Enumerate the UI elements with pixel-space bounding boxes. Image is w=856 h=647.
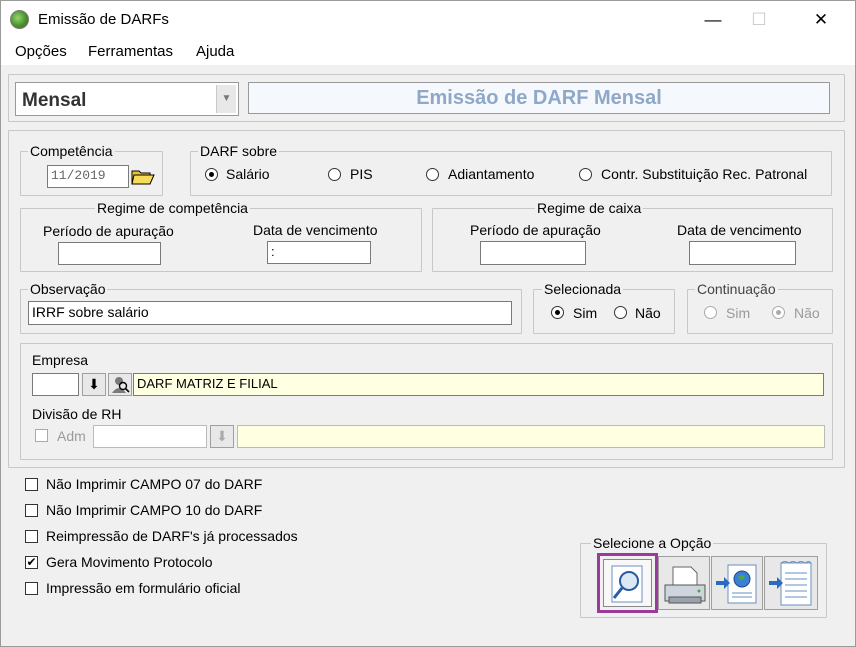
search-person-icon[interactable] — [108, 373, 132, 396]
radio-salario[interactable] — [205, 168, 218, 181]
download-arrow-disabled-icon: ⬇ — [210, 425, 234, 448]
checkbox-gera-movimento-label: Gera Movimento Protocolo — [46, 554, 213, 570]
preview-button[interactable] — [597, 553, 658, 613]
export-web-button[interactable] — [711, 556, 763, 610]
empresa-name-field: DARF MATRIZ E FILIAL — [133, 373, 824, 396]
checkbox-reimpressao-label: Reimpressão de DARF's já processados — [46, 528, 298, 544]
checkbox-formulario-oficial[interactable] — [25, 582, 38, 595]
adm-checkbox — [35, 429, 48, 442]
checkbox-reimpressao[interactable] — [25, 530, 38, 543]
radio-pis[interactable] — [328, 168, 341, 181]
app-logo-icon — [10, 10, 29, 29]
empresa-code-field[interactable] — [32, 373, 79, 396]
selecionada-label: Selecionada — [542, 281, 624, 297]
checkbox-campo10-label: Não Imprimir CAMPO 10 do DARF — [46, 502, 263, 518]
rcx-periodo-field[interactable] — [480, 241, 586, 265]
close-button[interactable]: ✕ — [798, 1, 844, 39]
continuacao-label: Continuação — [695, 281, 778, 297]
download-arrow-icon[interactable]: ⬇ — [82, 373, 106, 396]
radio-adiantamento[interactable] — [426, 168, 439, 181]
export-file-icon — [765, 557, 819, 614]
radio-contr-substituicao[interactable] — [579, 168, 592, 181]
continuacao-sim-label: Sim — [726, 305, 751, 321]
rc-vencimento-label: Data de vencimento — [253, 222, 378, 238]
rc-periodo-field[interactable] — [58, 242, 161, 265]
selecionada-sim-label: Sim — [573, 305, 598, 321]
banner-title: Emissão de DARF Mensal — [248, 82, 830, 114]
rcx-periodo-label: Período de apuração — [470, 222, 601, 238]
maximize-button[interactable]: ☐ — [736, 1, 782, 39]
continuacao-nao-radio — [772, 306, 785, 319]
radio-adiantamento-label: Adiantamento — [448, 166, 535, 182]
selecionada-nao-label: Não — [635, 305, 661, 321]
printer-icon — [659, 557, 711, 614]
checkbox-formulario-oficial-label: Impressão em formulário oficial — [46, 580, 241, 596]
regime-caixa-label: Regime de caixa — [535, 200, 644, 216]
competencia-label: Competência — [28, 143, 115, 159]
empresa-label: Empresa — [32, 352, 89, 368]
menu-ajuda[interactable]: Ajuda — [196, 43, 234, 60]
checkbox-gera-movimento[interactable]: ✔ — [25, 556, 38, 569]
continuacao-nao-label: Não — [794, 305, 820, 321]
export-file-button[interactable] — [764, 556, 818, 610]
export-web-icon — [712, 557, 764, 614]
divisao-name-field — [237, 425, 825, 448]
menu-opcoes[interactable]: Opções — [15, 43, 67, 60]
continuacao-sim-radio — [704, 306, 717, 319]
period-select[interactable]: Mensal ▼ — [15, 82, 239, 116]
rc-periodo-label: Período de apuração — [43, 223, 174, 239]
radio-pis-label: PIS — [350, 166, 373, 182]
checkbox-campo07-label: Não Imprimir CAMPO 07 do DARF — [46, 476, 263, 492]
period-select-value: Mensal — [22, 90, 87, 111]
divisao-code-field — [93, 425, 207, 448]
minimize-button[interactable]: — — [690, 1, 736, 39]
window-title: Emissão de DARFs — [38, 11, 169, 28]
folder-open-icon[interactable] — [130, 164, 156, 188]
darf-sobre-label: DARF sobre — [198, 143, 280, 159]
selecionada-nao-radio[interactable] — [614, 306, 627, 319]
rc-vencimento-field[interactable]: : — [267, 241, 371, 264]
competencia-field[interactable]: 11/2019 — [47, 165, 129, 188]
regime-competencia-label: Regime de competência — [95, 200, 250, 216]
checkbox-campo07[interactable] — [25, 478, 38, 491]
selecione-label: Selecione a Opção — [591, 535, 714, 551]
selecionada-sim-radio[interactable] — [551, 306, 564, 319]
rcx-vencimento-label: Data de vencimento — [677, 222, 802, 238]
menu-ferramentas[interactable]: Ferramentas — [88, 43, 173, 60]
radio-salario-label: Salário — [226, 166, 270, 182]
observacao-label: Observação — [28, 281, 108, 297]
radio-contr-substituicao-label: Contr. Substituição Rec. Patronal — [601, 166, 808, 182]
chevron-down-icon[interactable]: ▼ — [216, 85, 236, 113]
print-button[interactable] — [658, 556, 710, 610]
rcx-vencimento-field[interactable] — [689, 241, 796, 265]
divisao-label: Divisão de RH — [32, 406, 122, 422]
checkbox-campo10[interactable] — [25, 504, 38, 517]
adm-label: Adm — [57, 428, 86, 444]
observacao-field[interactable]: IRRF sobre salário — [28, 301, 512, 325]
preview-icon — [603, 559, 652, 607]
